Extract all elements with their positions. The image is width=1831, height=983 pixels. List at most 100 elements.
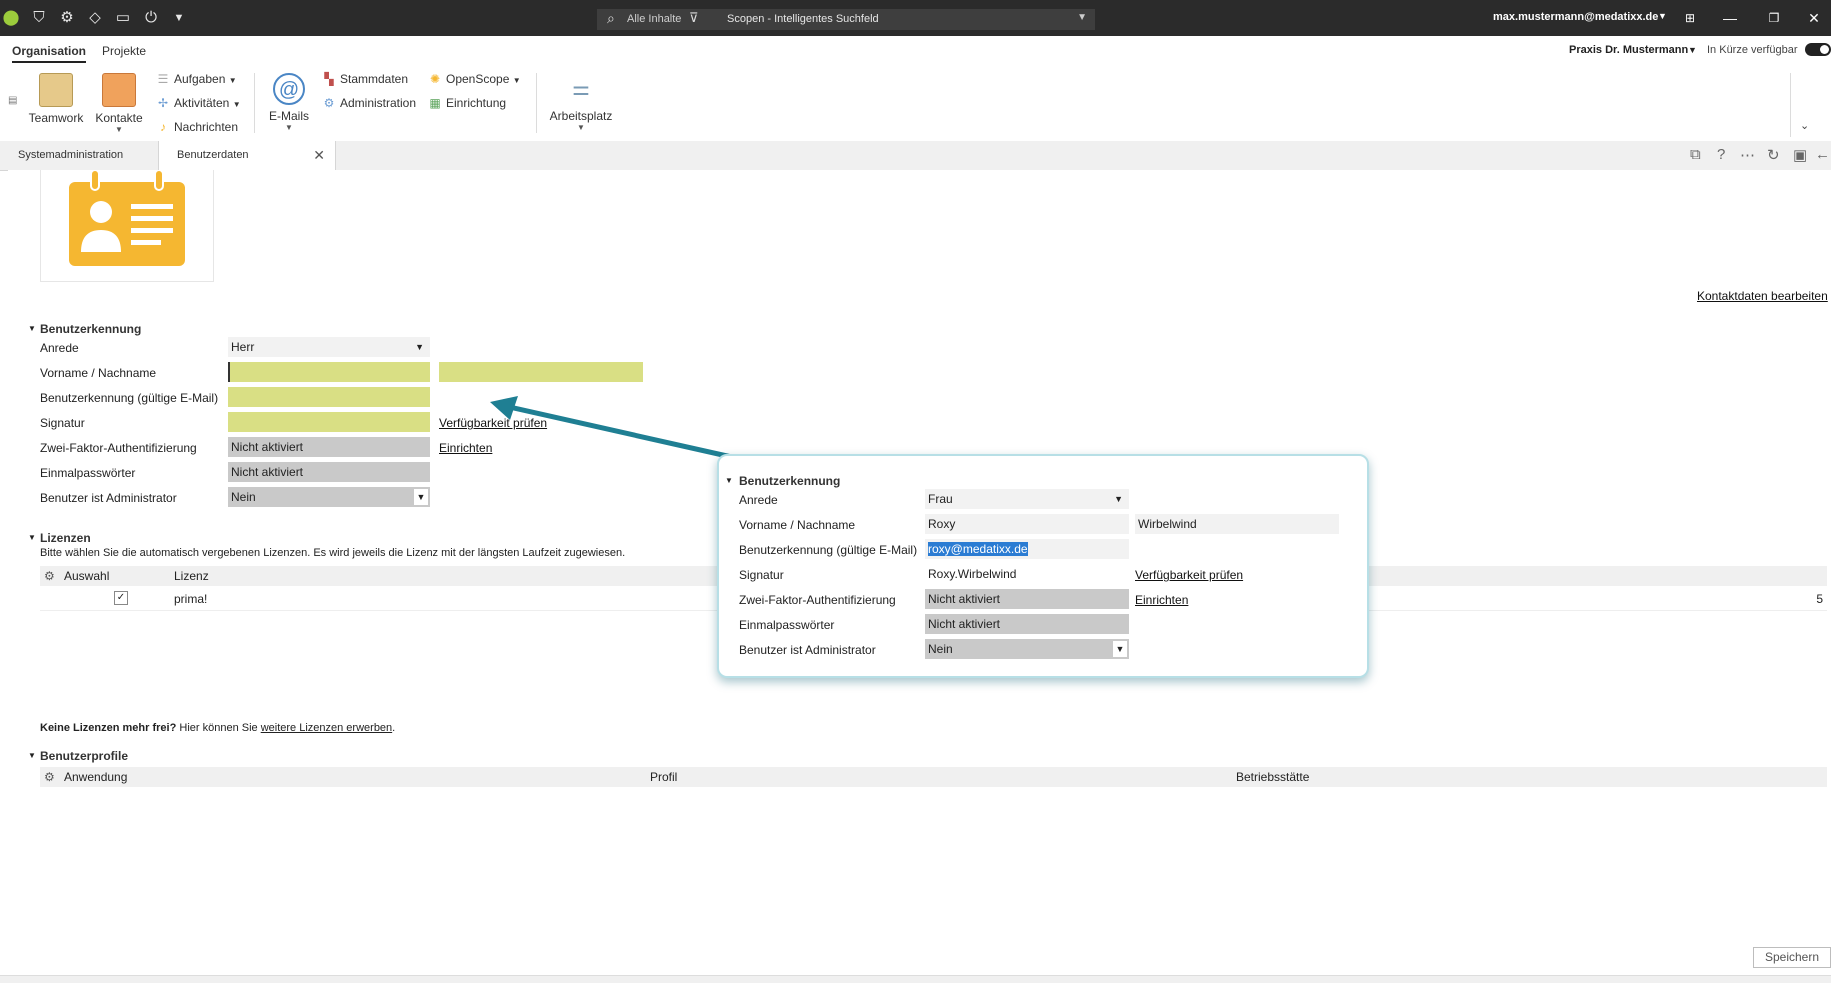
shopping-bag-icon[interactable]: ⛉ (30, 9, 48, 27)
more-licenses-end: . (392, 722, 396, 734)
popup-anrede-value: Frau (928, 492, 953, 506)
zwei-faktor-field: Nicht aktiviert (228, 437, 430, 457)
weitere-lizenzen-link[interactable]: weitere Lizenzen erwerben (261, 722, 392, 734)
admin-select[interactable]: Nein ▼ (228, 487, 430, 507)
popup-anrede-label: Anrede (739, 493, 778, 507)
layout-icon[interactable]: ⊞ (1676, 6, 1704, 30)
search-icon: ⌕ (607, 10, 615, 26)
chat-icon[interactable]: ▭ (114, 9, 132, 27)
aktivitaeten-button[interactable]: ✢ Aktivitäten ▼ (156, 96, 241, 110)
arbeitsplatz-button[interactable]: ⚌ Arbeitsplatz ▼ (548, 73, 614, 132)
tab-benutzerdaten[interactable]: Benutzerdaten ✕ (158, 141, 336, 171)
ribbon-collapse-icon[interactable]: ▤ (8, 95, 17, 106)
chevron-down-icon[interactable]: ▼ (1077, 12, 1087, 23)
availability-toggle[interactable] (1805, 43, 1831, 56)
section-benutzerkennung[interactable]: Benutzerkennung (40, 322, 141, 336)
zwei-faktor-label: Zwei-Faktor-Authentifizierung (40, 441, 197, 455)
section-benutzerprofile[interactable]: Benutzerprofile (40, 749, 128, 763)
search-scope[interactable]: Alle Inhalte (627, 13, 681, 25)
close-window-button[interactable]: ✕ (1800, 6, 1828, 30)
tab-organisation[interactable]: Organisation (12, 44, 87, 63)
more-licenses-mid: Hier können Sie (176, 722, 261, 734)
openscope-button[interactable]: ✺ OpenScope ▼ (428, 72, 521, 86)
restore-button[interactable]: ❐ (1760, 6, 1788, 30)
kontakte-button[interactable]: Kontakte ▼ (94, 73, 144, 134)
teamwork-button[interactable]: Teamwork (28, 73, 84, 125)
praxis-selector[interactable]: Praxis Dr. Mustermann (1569, 44, 1688, 56)
chevron-down-icon: ▼ (414, 489, 428, 505)
col-auswahl[interactable]: Auswahl (64, 569, 109, 583)
emails-label: E-Mails (268, 109, 309, 123)
minimize-button[interactable]: — (1716, 6, 1744, 30)
back-arrow-icon[interactable]: ← (1815, 146, 1830, 163)
table-settings-icon[interactable]: ⚙ (44, 569, 55, 583)
tab-projekte[interactable]: Projekte (102, 44, 146, 58)
setup-icon: ▦ (429, 96, 441, 110)
tab-systemadministration[interactable]: Systemadministration (0, 141, 141, 170)
account-dropdown-icon[interactable]: ▼ (1658, 11, 1667, 21)
ribbon-expand-icon[interactable]: ⌄ (1800, 119, 1809, 132)
user-account[interactable]: max.mustermann@medatixx.de (1493, 11, 1658, 23)
collapse-icon[interactable]: ▼ (28, 751, 36, 760)
email-label: Benutzerkennung (gültige E-Mail) (40, 391, 219, 405)
save-button[interactable]: Speichern (1753, 947, 1831, 968)
more-icon[interactable]: ⋯ (1740, 146, 1755, 164)
help-icon[interactable]: ? (1717, 146, 1725, 163)
einrichtung-button[interactable]: ▦ Einrichtung (428, 96, 506, 110)
col-profil[interactable]: Profil (650, 770, 677, 784)
table-settings-icon[interactable]: ⚙ (44, 770, 55, 784)
kontaktdaten-bearbeiten-link[interactable]: Kontaktdaten bearbeiten (1697, 289, 1828, 303)
aufgaben-button[interactable]: ☰ Aufgaben ▼ (156, 72, 237, 86)
nachrichten-button[interactable]: ♪ Nachrichten (156, 120, 238, 134)
emails-dropdown-icon[interactable]: ▼ (266, 123, 312, 132)
vorname-input[interactable] (228, 362, 430, 382)
signatur-input[interactable] (228, 412, 430, 432)
section-lizenzen[interactable]: Lizenzen (40, 531, 91, 545)
popup-email-field: roxy@medatixx.de (925, 539, 1129, 559)
anrede-select[interactable]: Herr ▼ (228, 337, 430, 357)
admin-label: Benutzer ist Administrator (40, 491, 177, 505)
collapse-icon[interactable]: ▼ (28, 324, 36, 333)
popup-signatur-label: Signatur (739, 568, 784, 582)
example-callout-panel: ▼ Benutzerkennung Anrede Frau ▼ Vorname … (717, 454, 1369, 678)
tag-icon[interactable]: ◇ (86, 9, 104, 27)
ribbon-divider (1790, 73, 1791, 137)
popup-signatur-field: Roxy.Wirbelwind (928, 567, 1017, 581)
search-box[interactable]: ⌕ Alle Inhalte ⊽ Scopen - Intelligentes … (597, 9, 1095, 30)
collapse-icon[interactable]: ▼ (28, 533, 36, 542)
quick-access-dropdown-icon[interactable]: ▼ (170, 9, 188, 27)
col-lizenz[interactable]: Lizenz (174, 569, 209, 583)
col-betriebsstaette[interactable]: Betriebsstätte (1236, 770, 1309, 784)
user-avatar-frame[interactable] (40, 169, 214, 282)
contacts-icon (102, 73, 136, 107)
power-icon[interactable]: ⏻ (142, 9, 160, 27)
chevron-down-icon: ▼ (415, 342, 424, 352)
praxis-dropdown-icon[interactable]: ▼ (1688, 45, 1697, 55)
administration-button[interactable]: ⚙ Administration (322, 96, 416, 110)
chevron-down-icon: ▼ (1114, 494, 1123, 504)
copy-icon[interactable]: ⧉ (1690, 146, 1701, 163)
stammdaten-button[interactable]: ▚ Stammdaten (322, 72, 408, 86)
popup-vorname-field: Roxy (925, 514, 1129, 534)
settings-icon[interactable]: ⚙ (58, 9, 76, 27)
col-anwendung[interactable]: Anwendung (64, 770, 127, 784)
filter-icon[interactable]: ⊽ (689, 10, 699, 26)
refresh-icon[interactable]: ↻ (1767, 146, 1780, 164)
emails-button[interactable]: @ E-Mails ▼ (266, 73, 312, 132)
chevron-down-icon: ▼ (512, 76, 521, 85)
administration-label: Administration (340, 96, 417, 110)
anrede-value: Herr (231, 340, 255, 354)
close-tab-icon[interactable]: ✕ (313, 141, 325, 170)
einmalpasswoerter-label: Einmalpasswörter (40, 466, 136, 480)
arbeitsplatz-label: Arbeitsplatz (549, 109, 613, 123)
chevron-down-icon: ▼ (1113, 641, 1127, 657)
arbeitsplatz-dropdown-icon[interactable]: ▼ (548, 123, 614, 132)
nachname-input[interactable] (439, 362, 643, 382)
email-input[interactable] (228, 387, 430, 407)
save-icon[interactable]: ▣ (1793, 146, 1807, 164)
license-checkbox[interactable]: ✓ (114, 591, 128, 605)
popup-email-label: Benutzerkennung (gültige E-Mail) (739, 543, 918, 557)
kontakte-dropdown-icon[interactable]: ▼ (94, 125, 144, 134)
kontakte-label: Kontakte (95, 111, 143, 125)
user-badge-icon (69, 169, 185, 266)
